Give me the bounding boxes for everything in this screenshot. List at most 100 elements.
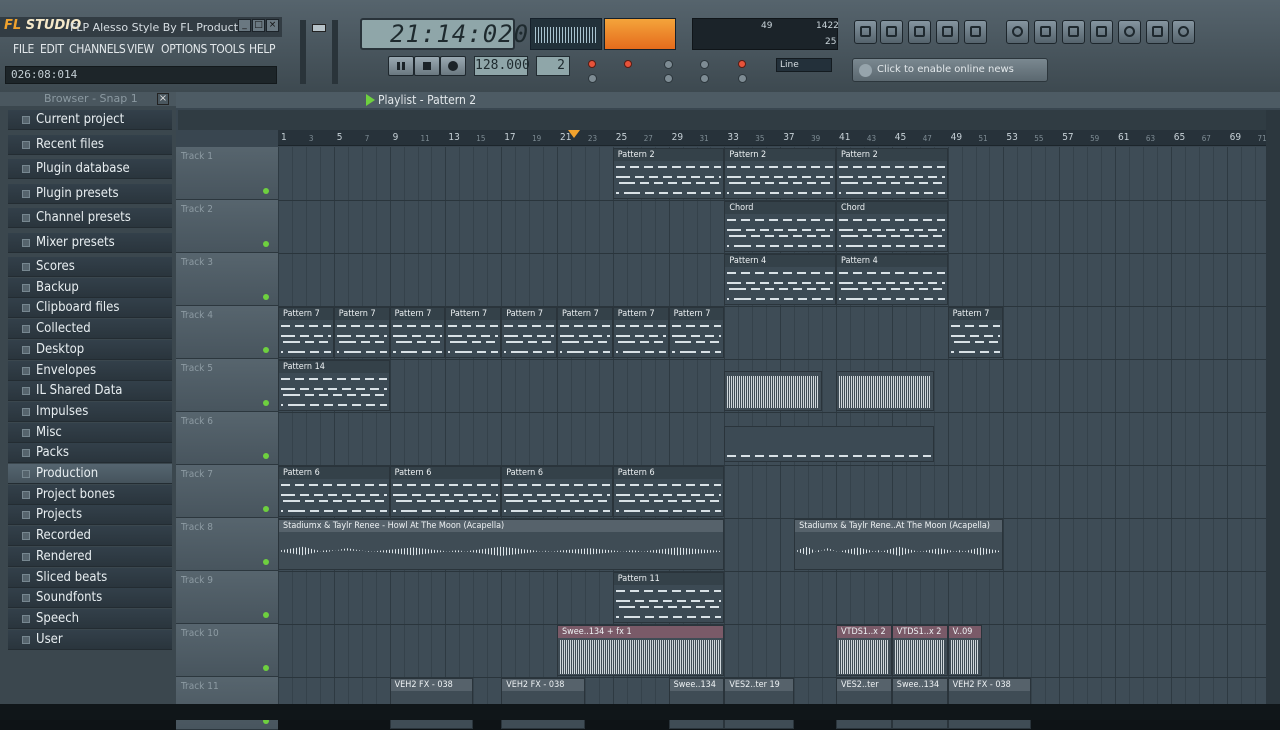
- browser-item-sliced-beats[interactable]: Sliced beats: [8, 567, 172, 588]
- playlist-clip[interactable]: Pattern 7: [333, 307, 390, 358]
- browser-item-recorded[interactable]: Recorded: [8, 526, 172, 547]
- track-mute-led[interactable]: [263, 294, 269, 300]
- help-icon[interactable]: [1172, 20, 1195, 44]
- playlist-clip[interactable]: VTDS1..x 2: [891, 625, 948, 676]
- browser-close-icon[interactable]: ×: [157, 93, 169, 105]
- option-toggle-1[interactable]: [664, 60, 673, 69]
- browser-item-impulses[interactable]: Impulses: [8, 401, 172, 422]
- option-toggle-3[interactable]: [664, 74, 673, 83]
- playlist-clip[interactable]: Pattern 7: [668, 307, 725, 358]
- browser-item-current-project[interactable]: Current project: [8, 110, 172, 130]
- tools-icon[interactable]: [1090, 20, 1113, 44]
- track-mute-led[interactable]: [263, 665, 269, 671]
- browser-item-projects[interactable]: Projects: [8, 505, 172, 526]
- playlist-clip[interactable]: Pattern 6: [389, 466, 502, 517]
- refresh-icon[interactable]: [1006, 20, 1029, 44]
- pause-button[interactable]: [388, 56, 414, 76]
- menu-edit[interactable]: EDIT: [40, 42, 64, 56]
- playlist-clip[interactable]: Pattern 14: [278, 360, 390, 411]
- track-mute-led[interactable]: [263, 506, 269, 512]
- browser-item-misc[interactable]: Misc: [8, 422, 172, 443]
- playlist-clip[interactable]: Stadiumx & Taylr Rene..At The Moon (Acap…: [794, 519, 1004, 570]
- render-icon[interactable]: [1062, 20, 1085, 44]
- browser-item-user[interactable]: User: [8, 629, 172, 650]
- step-sequencer-button[interactable]: [880, 20, 903, 44]
- vertical-scrollbar[interactable]: [1266, 110, 1280, 704]
- playlist-clip[interactable]: Pattern 2: [836, 148, 948, 199]
- audio-block[interactable]: [724, 371, 823, 411]
- browser-item-clipboard-files[interactable]: Clipboard files: [8, 298, 172, 319]
- minimize-button[interactable]: _: [238, 19, 251, 32]
- document-icon[interactable]: [1146, 20, 1169, 44]
- stop-button[interactable]: [414, 56, 440, 76]
- audio-block[interactable]: [836, 371, 934, 411]
- rec-indicator[interactable]: [588, 60, 596, 68]
- playlist-clip[interactable]: Pattern 11: [612, 572, 725, 623]
- browser-item-plugin-database[interactable]: Plugin database: [8, 159, 172, 179]
- timeline-ruler[interactable]: 1 5 9 13 17 21 25 29 33 37 41 45 49 53 57 61 65 69 3 7 11 15 1…: [278, 130, 1267, 146]
- menu-view[interactable]: VIEW: [127, 42, 154, 56]
- browser-item-rendered[interactable]: Rendered: [8, 546, 172, 567]
- playlist-clip[interactable]: Pattern 6: [501, 466, 613, 517]
- track-header-3[interactable]: Track 3: [176, 253, 278, 306]
- track-header-10[interactable]: Track 10: [176, 624, 278, 677]
- browser-item-packs[interactable]: Packs: [8, 443, 172, 464]
- playlist-clip[interactable]: Pattern 6: [278, 466, 390, 517]
- playlist-clip[interactable]: Chord: [836, 201, 948, 252]
- menu-help[interactable]: HELP: [249, 42, 276, 56]
- playlist-clip[interactable]: VTDS1..x 2: [836, 625, 892, 676]
- menu-options[interactable]: OPTIONS: [161, 42, 207, 56]
- track-mute-led[interactable]: [263, 612, 269, 618]
- master-volume-slider[interactable]: [300, 20, 306, 84]
- menu-channels[interactable]: CHANNELS: [69, 42, 126, 56]
- oscilloscope[interactable]: [530, 18, 602, 50]
- automation-clip[interactable]: [724, 426, 934, 462]
- menu-tools[interactable]: TOOLS: [210, 42, 245, 56]
- playlist-clip[interactable]: Chord: [724, 201, 836, 252]
- volume-knob[interactable]: [312, 24, 326, 32]
- search-icon[interactable]: [1118, 20, 1141, 44]
- browser-item-plugin-presets[interactable]: Plugin presets: [8, 183, 172, 204]
- track-mute-led[interactable]: [263, 188, 269, 194]
- browser-item-mixer-presets[interactable]: Mixer presets: [8, 232, 172, 253]
- playlist-clip[interactable]: Pattern 2: [612, 148, 725, 199]
- maximize-button[interactable]: □: [252, 19, 265, 32]
- playlist-clip[interactable]: Pattern 7: [557, 307, 613, 358]
- loop-rec-indicator[interactable]: [738, 60, 746, 68]
- track-header-5[interactable]: Track 5: [176, 359, 278, 412]
- track-mute-led[interactable]: [263, 453, 269, 459]
- step-rec-indicator[interactable]: [624, 60, 632, 68]
- track-header-2[interactable]: Track 2: [176, 200, 278, 253]
- track-mute-led[interactable]: [263, 241, 269, 247]
- track-mute-led[interactable]: [263, 347, 269, 353]
- close-button[interactable]: ×: [266, 19, 279, 32]
- playlist-clip[interactable]: Pattern 7: [612, 307, 669, 358]
- online-news-panel[interactable]: Click to enable online news: [852, 58, 1048, 82]
- playlist-clip[interactable]: Swee..134 + fx 1: [557, 625, 725, 676]
- playlist-clip[interactable]: Pattern 7: [445, 307, 502, 358]
- save-icon[interactable]: [1034, 20, 1057, 44]
- browser-item-channel-presets[interactable]: Channel presets: [8, 208, 172, 228]
- browser-item-scores[interactable]: Scores: [8, 257, 172, 277]
- playhead-marker[interactable]: [568, 130, 580, 138]
- track-header-4[interactable]: Track 4: [176, 306, 278, 359]
- playlist-clip[interactable]: Pattern 7: [501, 307, 557, 358]
- playlist-clip[interactable]: Pattern 7: [947, 307, 1004, 358]
- browser-item-project-bones[interactable]: Project bones: [8, 484, 172, 505]
- option-toggle-5[interactable]: [738, 74, 747, 83]
- tempo-display[interactable]: 128.000: [474, 56, 530, 76]
- playlist-clip[interactable]: Pattern 4: [836, 254, 948, 305]
- playlist-clip[interactable]: Pattern 7: [389, 307, 446, 358]
- track-mute-led[interactable]: [263, 400, 269, 406]
- menu-file[interactable]: FILE: [13, 42, 34, 56]
- browser-item-speech[interactable]: Speech: [8, 608, 172, 629]
- pattern-number[interactable]: 2: [536, 56, 570, 76]
- browser-item-production[interactable]: Production: [8, 464, 172, 484]
- snap-selector[interactable]: Line: [776, 58, 832, 72]
- playlist-clip[interactable]: V..09: [947, 625, 983, 676]
- browser-item-soundfonts[interactable]: Soundfonts: [8, 588, 172, 609]
- playlist-clip[interactable]: Pattern 2: [724, 148, 836, 199]
- piano-roll-button[interactable]: [908, 20, 931, 44]
- channel-rack-button[interactable]: [936, 20, 959, 44]
- playlist-clip[interactable]: Stadiumx & Taylr Renee - Howl At The Moo…: [278, 519, 725, 570]
